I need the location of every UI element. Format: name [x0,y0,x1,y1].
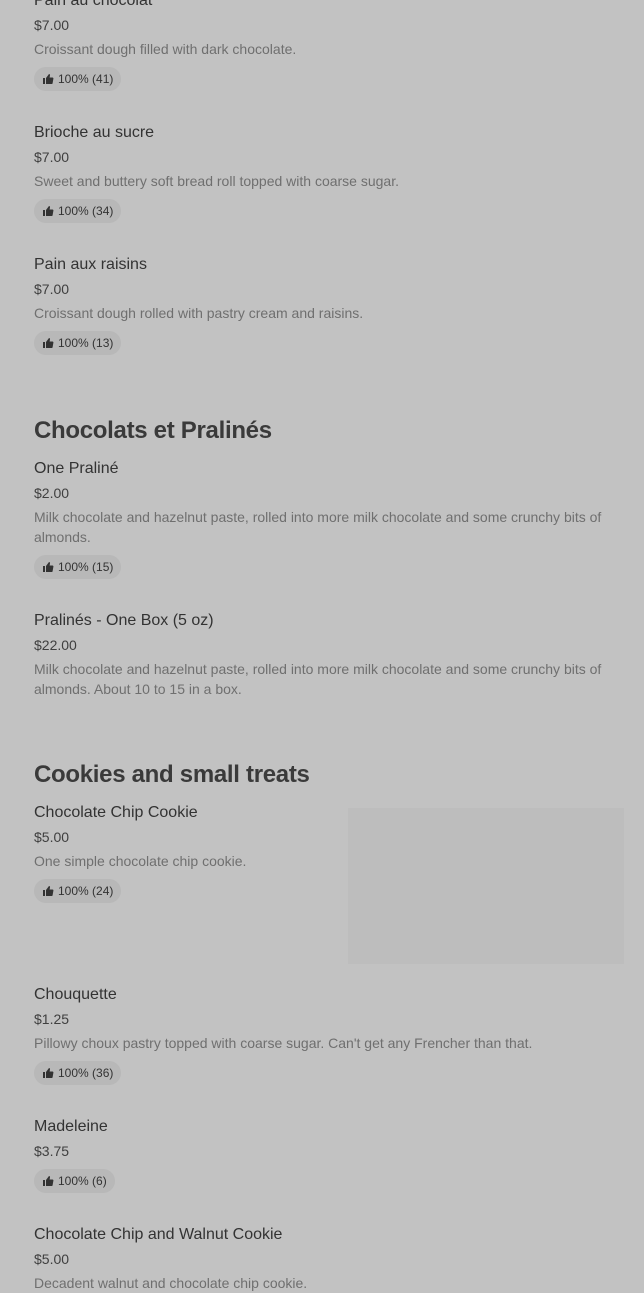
item-name: Madeleine [34,1118,108,1135]
rating-badge: 100% (34) [34,199,122,223]
thumbs-up-icon [43,1176,54,1186]
item-description: Milk chocolate and hazelnut paste, rolle… [34,661,602,697]
item-price: $7.00 [34,281,70,297]
thumbs-up-icon [43,886,54,896]
rating-text: 100% (13) [58,336,114,350]
item-price: $5.00 [34,1251,70,1267]
rating-badge: 100% (24) [34,879,122,903]
menu-item-chocolate-chip-cookie[interactable]: Chocolate Chip Cookie $5.00 One simple c… [34,802,624,964]
thumbs-up-icon [43,206,54,216]
item-price: $3.75 [34,1143,70,1159]
thumbs-up-icon [43,74,54,84]
section-title: Cookies and small treats [34,761,310,788]
thumbs-up-icon [43,1068,54,1078]
item-description: Croissant dough filled with dark chocola… [34,41,297,57]
rating-badge: 100% (6) [34,1169,115,1193]
rating-text: 100% (41) [58,72,114,86]
item-name: Chocolate Chip and Walnut Cookie [34,1226,283,1243]
item-price: $2.00 [34,485,70,501]
item-name: Pralinés - One Box (5 oz) [34,612,214,629]
rating-badge: 100% (41) [34,67,122,91]
thumbs-up-icon [43,562,54,572]
item-description: Sweet and buttery soft bread roll topped… [34,173,399,189]
item-description: Milk chocolate and hazelnut paste, rolle… [34,509,602,545]
item-name: One Praliné [34,460,119,477]
menu-item-pain-au-chocolat[interactable]: Pain au chocolat $7.00 Croissant dough f… [34,0,614,91]
menu-item-pralines-box[interactable]: Pralinés - One Box (5 oz) $22.00 Milk ch… [34,610,614,699]
item-price: $7.00 [34,149,70,165]
item-name: Chouquette [34,986,117,1003]
item-name: Pain au chocolat [34,0,153,9]
item-price: $1.25 [34,1011,70,1027]
menu-item-chouquette[interactable]: Chouquette $1.25 Pillowy choux pastry to… [34,984,614,1085]
menu-item-pain-aux-raisins[interactable]: Pain aux raisins $7.00 Croissant dough r… [34,254,614,355]
rating-text: 100% (34) [58,204,114,218]
rating-badge: 100% (15) [34,555,122,579]
item-description: Croissant dough rolled with pastry cream… [34,305,364,321]
item-price: $22.00 [34,637,77,653]
rating-text: 100% (6) [58,1174,107,1188]
menu-item-chocolate-chip-walnut-cookie[interactable]: Chocolate Chip and Walnut Cookie $5.00 D… [34,1224,614,1293]
item-name: Brioche au sucre [34,124,155,141]
item-description: Pillowy choux pastry topped with coarse … [34,1035,533,1051]
menu-item-brioche-au-sucre[interactable]: Brioche au sucre $7.00 Sweet and buttery… [34,122,614,223]
rating-badge: 100% (36) [34,1061,122,1085]
rating-badge: 100% (13) [34,331,122,355]
item-name: Pain aux raisins [34,256,147,273]
rating-text: 100% (36) [58,1066,114,1080]
section-title: Chocolats et Pralinés [34,417,272,444]
item-image [348,808,624,964]
rating-text: 100% (24) [58,884,114,898]
item-description: Decadent walnut and chocolate chip cooki… [34,1275,308,1291]
item-price: $7.00 [34,17,70,33]
thumbs-up-icon [43,338,54,348]
menu-item-madeleine[interactable]: Madeleine $3.75 100% (6) [34,1116,614,1193]
menu-item-one-praline[interactable]: One Praliné $2.00 Milk chocolate and haz… [34,458,614,579]
rating-text: 100% (15) [58,560,114,574]
